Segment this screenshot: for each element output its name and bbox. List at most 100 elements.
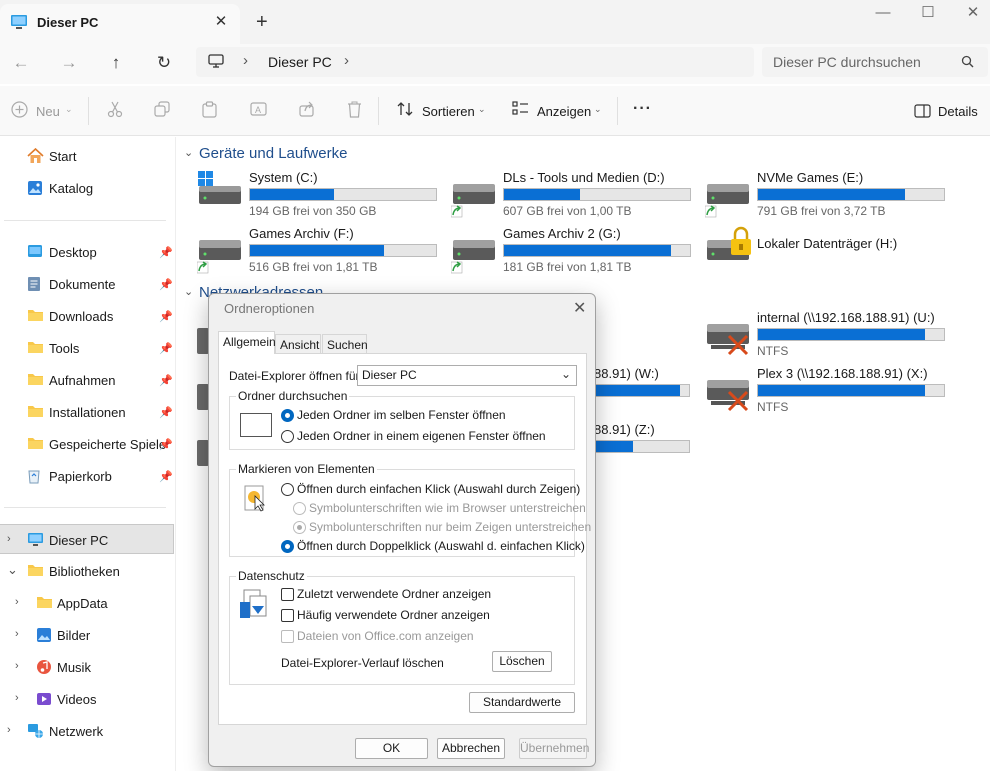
close-tab-icon[interactable]: ✕: [213, 14, 229, 30]
sidebar-item-desktop[interactable]: Desktop 📌: [0, 237, 174, 267]
sidebar-item-appdata[interactable]: › AppData: [0, 588, 174, 618]
checkbox-office-files[interactable]: [281, 630, 294, 643]
copy-icon[interactable]: [154, 101, 170, 117]
sidebar-item-papierkorb[interactable]: Papierkorb 📌: [0, 461, 174, 491]
forward-arrow-icon[interactable]: →: [57, 52, 81, 76]
drive-f[interactable]: Games Archiv (F:) 516 GB frei von 1,81 T…: [197, 226, 447, 276]
chevron-down-icon[interactable]: ⌄: [184, 146, 193, 159]
chevron-right-icon[interactable]: ›: [15, 660, 19, 672]
sidebar-item-musik[interactable]: › Musik: [0, 652, 174, 682]
back-arrow-icon[interactable]: ←: [9, 52, 33, 76]
browse-option-label[interactable]: Jeden Ordner im selben Fenster öffnen: [297, 408, 506, 422]
ok-button[interactable]: OK: [355, 738, 428, 759]
more-options-button[interactable]: ···: [633, 100, 652, 118]
chevron-right-icon[interactable]: ›: [15, 628, 19, 640]
chevron-right-icon[interactable]: ›: [15, 692, 19, 704]
tab-ansicht[interactable]: Ansicht: [275, 334, 321, 354]
drive-e[interactable]: NVMe Games (E:) 791 GB frei von 3,72 TB: [705, 170, 955, 220]
sidebar-item-dieser-pc[interactable]: › Dieser PC: [0, 524, 174, 554]
new-plus-icon[interactable]: [11, 101, 28, 118]
paste-icon[interactable]: [202, 101, 217, 118]
apply-button[interactable]: Übernehmen: [519, 738, 589, 759]
details-button[interactable]: Details: [938, 104, 978, 119]
delete-icon[interactable]: [347, 101, 362, 118]
breadcrumb-location[interactable]: Dieser PC: [268, 54, 332, 70]
search-box[interactable]: Dieser PC durchsuchen: [762, 47, 988, 77]
privacy-option-label[interactable]: Häufig verwendete Ordner anzeigen: [297, 608, 490, 622]
up-arrow-icon[interactable]: ↑: [104, 52, 128, 76]
new-button[interactable]: Neu: [36, 104, 60, 119]
cut-icon[interactable]: [107, 101, 123, 118]
radio-double-click[interactable]: [281, 540, 294, 553]
drive-h[interactable]: Lokaler Datenträger (H:): [705, 226, 955, 276]
click-option-label[interactable]: Öffnen durch Doppelklick (Auswahl d. ein…: [297, 539, 585, 553]
network-drive-u[interactable]: internal (\\192.168.188.91) (U:) NTFS: [705, 310, 955, 360]
sort-button[interactable]: Sortieren: [422, 104, 475, 119]
chevron-right-icon[interactable]: ›: [243, 52, 248, 69]
sidebar-item-videos[interactable]: › Videos: [0, 684, 174, 714]
radio-new-window[interactable]: [281, 430, 294, 443]
share-icon[interactable]: [299, 101, 315, 117]
refresh-icon[interactable]: ↻: [152, 52, 176, 76]
close-icon[interactable]: ✕: [573, 298, 586, 318]
rename-icon[interactable]: A: [250, 101, 267, 117]
view-button[interactable]: Anzeigen: [537, 104, 591, 119]
drive-g[interactable]: Games Archiv 2 (G:) 181 GB frei von 1,81…: [451, 226, 701, 276]
chevron-right-icon[interactable]: ›: [15, 596, 19, 608]
sidebar-item-start[interactable]: Start: [0, 141, 174, 171]
privacy-option-label[interactable]: Dateien von Office.com anzeigen: [297, 629, 474, 643]
restore-defaults-button[interactable]: Standardwerte: [469, 692, 575, 713]
tab-suchen[interactable]: Suchen: [322, 334, 368, 354]
new-tab-button[interactable]: +: [256, 12, 268, 32]
sidebar-item-gespeicherte-spiele[interactable]: Gespeicherte Spiele 📌: [0, 429, 174, 459]
clear-history-button[interactable]: Löschen: [492, 651, 552, 672]
pin-icon[interactable]: 📌: [159, 310, 173, 323]
search-input[interactable]: Dieser PC durchsuchen: [773, 54, 921, 70]
pin-icon[interactable]: 📌: [159, 406, 173, 419]
network-drive-x[interactable]: Plex 3 (\\192.168.188.91) (X:) NTFS: [705, 366, 955, 416]
drive-d[interactable]: DLs - Tools und Medien (D:) 607 GB frei …: [451, 170, 701, 220]
chevron-right-icon[interactable]: ›: [7, 724, 11, 736]
chevron-right-icon[interactable]: ›: [7, 533, 11, 545]
pin-icon[interactable]: 📌: [159, 374, 173, 387]
click-option-label[interactable]: Symbolunterschriften nur beim Zeigen unt…: [309, 520, 591, 534]
click-option-label[interactable]: Öffnen durch einfachen Klick (Auswahl du…: [297, 482, 580, 496]
view-list-icon[interactable]: [512, 101, 529, 115]
radio-underline-hover[interactable]: [293, 521, 306, 534]
radio-single-click[interactable]: [281, 483, 294, 496]
click-option-label[interactable]: Symbolunterschriften wie im Browser unte…: [309, 501, 586, 515]
sidebar-item-installationen[interactable]: Installationen 📌: [0, 397, 174, 427]
maximize-button[interactable]: ☐: [905, 4, 951, 24]
sidebar-item-bilder[interactable]: › Bilder: [0, 620, 174, 650]
privacy-option-label[interactable]: Zuletzt verwendete Ordner anzeigen: [297, 587, 491, 601]
details-pane-icon[interactable]: [914, 104, 931, 118]
checkbox-recent-folders[interactable]: [281, 588, 294, 601]
open-for-select[interactable]: Dieser PC ⌄: [357, 365, 577, 386]
radio-underline-always[interactable]: [293, 502, 306, 515]
sidebar-item-bibliotheken[interactable]: ⌄ Bibliotheken: [0, 556, 174, 586]
chevron-down-icon[interactable]: ⌄: [184, 285, 193, 298]
sidebar-item-dokumente[interactable]: Dokumente 📌: [0, 269, 174, 299]
browse-option-label[interactable]: Jeden Ordner in einem eigenen Fenster öf…: [297, 429, 546, 443]
sidebar-item-katalog[interactable]: Katalog: [0, 173, 174, 203]
pin-icon[interactable]: 📌: [159, 246, 173, 259]
pin-icon[interactable]: 📌: [159, 342, 173, 355]
sidebar-item-aufnahmen[interactable]: Aufnahmen 📌: [0, 365, 174, 395]
sidebar-item-downloads[interactable]: Downloads 📌: [0, 301, 174, 331]
pin-icon[interactable]: 📌: [159, 278, 173, 291]
tab-allgemein[interactable]: Allgemein: [218, 331, 276, 354]
sidebar-item-netzwerk[interactable]: › Netzwerk: [0, 716, 174, 746]
section-header-drives[interactable]: Geräte und Laufwerke: [199, 145, 347, 162]
chevron-down-icon[interactable]: ⌄: [7, 562, 18, 578]
address-bar[interactable]: › Dieser PC ›: [196, 47, 754, 77]
checkbox-frequent-folders[interactable]: [281, 609, 294, 622]
pin-icon[interactable]: 📌: [159, 470, 173, 483]
minimize-button[interactable]: —: [860, 4, 906, 24]
close-window-button[interactable]: ✕: [950, 4, 990, 24]
sort-icon[interactable]: [397, 101, 414, 117]
tab-dieser-pc[interactable]: Dieser PC ✕: [0, 4, 240, 44]
cancel-button[interactable]: Abbrechen: [437, 738, 505, 759]
radio-same-window[interactable]: [281, 409, 294, 422]
pin-icon[interactable]: 📌: [159, 438, 173, 451]
drive-c[interactable]: System (C:) 194 GB frei von 350 GB: [197, 170, 447, 220]
